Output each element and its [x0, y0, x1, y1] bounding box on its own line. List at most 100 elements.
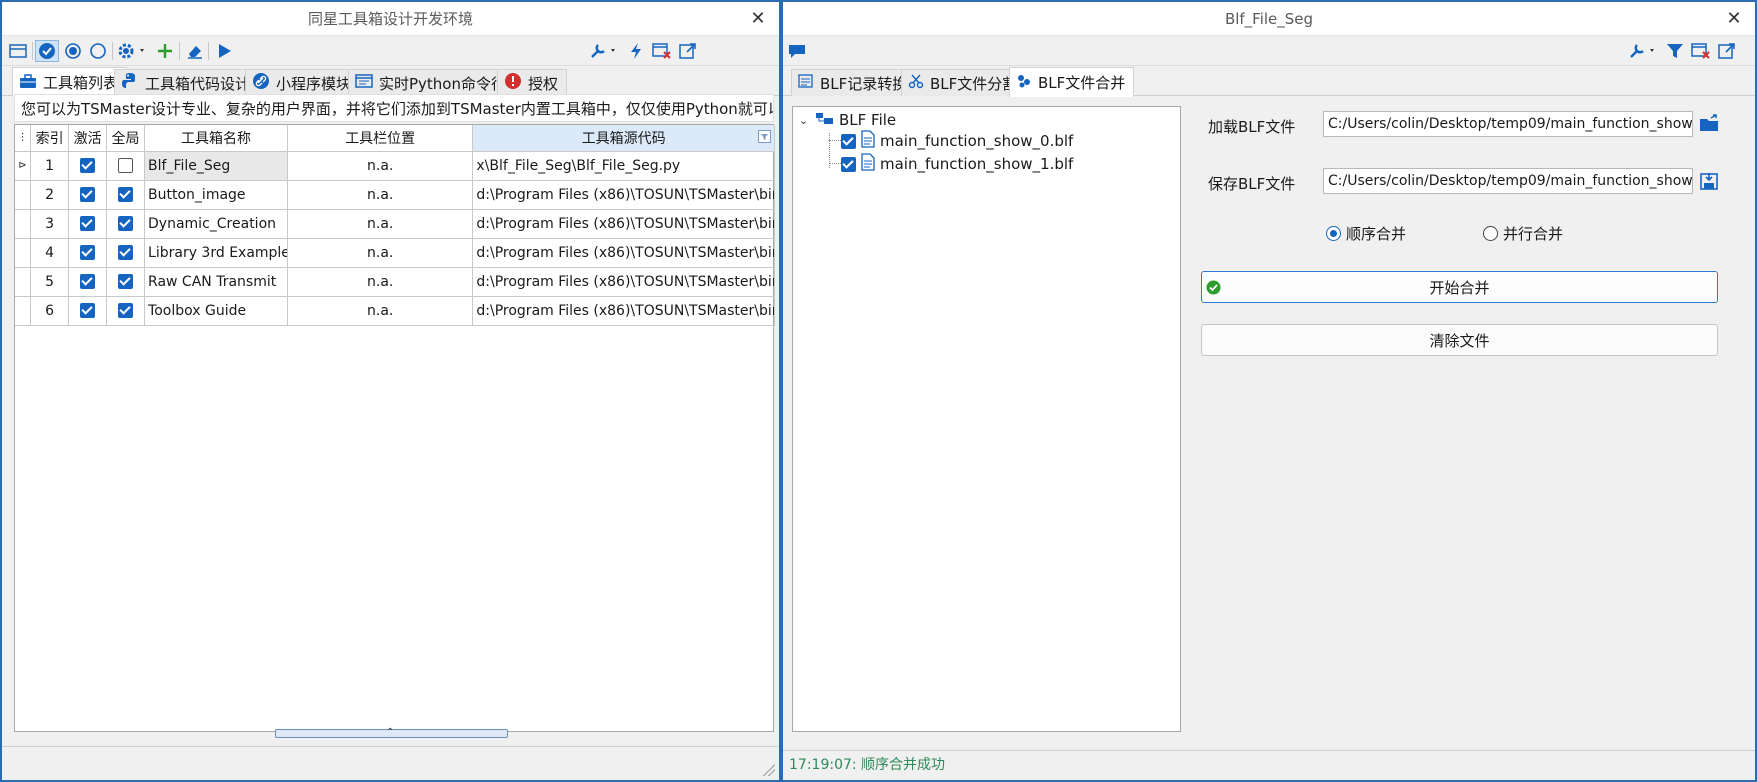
cell-source[interactable]: d:\Program Files (x86)\TOSUN\TSMaster\bi… [472, 238, 775, 268]
save-path-field[interactable]: C:/Users/colin/Desktop/temp09/main_funct… [1323, 168, 1693, 194]
cell-position[interactable]: n.a. [287, 267, 474, 297]
table-row[interactable]: 5 Raw CAN Transmit n.a. d:\Program Files (x… [15, 267, 775, 297]
chat-icon[interactable] [785, 40, 809, 62]
table-row[interactable]: 4 Library 3rd Examples n.a. d:\Program File… [15, 238, 775, 268]
active-checkbox[interactable] [80, 274, 96, 289]
radio-empty-icon[interactable] [86, 40, 110, 62]
table-row[interactable]: 3 Dynamic_Creation n.a. d:\Program Files (x… [15, 209, 775, 239]
tree-item[interactable]: main_function_show_0.blf [841, 130, 1073, 152]
cell-source[interactable]: d:\Program Files (x86)\TOSUN\TSMaster\bi… [472, 180, 775, 210]
cell-global[interactable] [106, 151, 146, 181]
cell-name[interactable]: Raw CAN Transmit [144, 267, 288, 297]
cell-position[interactable]: n.a. [287, 209, 474, 239]
close-panel-icon[interactable] [1689, 40, 1713, 62]
cell-position[interactable]: n.a. [287, 151, 474, 181]
global-checkbox[interactable] [118, 158, 134, 173]
row-indicator-header[interactable]: ⋮ [15, 125, 32, 152]
cell-global[interactable] [106, 296, 146, 326]
column-header-name[interactable]: 工具箱名称 [144, 125, 288, 152]
global-checkbox[interactable] [118, 245, 134, 260]
close-icon[interactable]: ✕ [1723, 2, 1745, 36]
open-folder-icon[interactable] [1698, 112, 1722, 136]
radio-button-unchecked[interactable] [1483, 226, 1498, 241]
active-checkbox[interactable] [80, 187, 96, 202]
tab-python-console[interactable]: 实时Python命令行 [348, 69, 515, 96]
add-icon[interactable] [153, 40, 177, 62]
column-header-index[interactable]: 索引 [30, 125, 70, 152]
radio-sequential-merge[interactable]: 顺序合并 [1326, 223, 1406, 244]
tab-mini-program[interactable]: 小程序模块 [245, 69, 361, 96]
settings-dropdown-icon[interactable] [116, 40, 150, 62]
blf-file-tree[interactable]: ⌄ BLF File main_function_show_0.blf main… [792, 106, 1181, 732]
tree-root[interactable]: ⌄ BLF File [799, 110, 896, 130]
cell-active[interactable] [68, 267, 108, 297]
eraser-icon[interactable] [183, 40, 207, 62]
tab-toolbox-list[interactable]: 工具箱列表 [12, 67, 128, 97]
start-merge-button[interactable]: 开始合并 [1201, 271, 1718, 303]
cell-active[interactable] [68, 209, 108, 239]
row-indicator[interactable] [15, 209, 32, 239]
tree-item-checkbox[interactable] [841, 133, 856, 149]
filter-icon[interactable] [1663, 40, 1687, 62]
global-checkbox[interactable] [118, 216, 134, 231]
chevron-down-icon[interactable]: ⌄ [799, 114, 811, 127]
cell-global[interactable] [106, 180, 146, 210]
horizontal-scrollbar[interactable]: ⌃ [275, 727, 508, 738]
cell-active[interactable] [68, 180, 108, 210]
cell-global[interactable] [106, 209, 146, 239]
cell-name[interactable]: Blf_File_Seg [144, 151, 288, 181]
table-row[interactable]: 6 Toolbox Guide n.a. d:\Program Files (x86)… [15, 296, 775, 326]
export-icon[interactable] [676, 40, 700, 62]
active-checkbox[interactable] [80, 303, 96, 318]
lightning-icon[interactable] [624, 40, 648, 62]
cell-active[interactable] [68, 238, 108, 268]
cell-global[interactable] [106, 238, 146, 268]
column-header-position[interactable]: 工具栏位置 [287, 125, 474, 152]
resize-grip[interactable] [763, 764, 775, 776]
row-indicator[interactable] [15, 296, 32, 326]
window-layout-icon[interactable] [6, 40, 30, 62]
cell-source[interactable]: d:\Program Files (x86)\TOSUN\TSMaster\bi… [472, 296, 775, 326]
table-row[interactable]: ⊳ 1 Blf_File_Seg n.a. x\Blf_File_Seg\Blf_Fil… [15, 151, 775, 181]
cell-name[interactable]: Library 3rd Examples [144, 238, 288, 268]
close-icon[interactable]: ✕ [747, 2, 769, 36]
global-checkbox[interactable] [118, 274, 134, 289]
cell-active[interactable] [68, 296, 108, 326]
radio-button-checked[interactable] [1326, 226, 1341, 241]
tab-blf-split[interactable]: BLF文件分割 [901, 69, 1027, 96]
tools-dropdown-icon[interactable] [588, 40, 620, 62]
radio-filled-icon[interactable] [61, 40, 85, 62]
cell-position[interactable]: n.a. [287, 180, 474, 210]
row-indicator[interactable] [15, 267, 32, 297]
cell-global[interactable] [106, 267, 146, 297]
cell-position[interactable]: n.a. [287, 238, 474, 268]
tree-item-checkbox[interactable] [841, 156, 856, 172]
tab-license[interactable]: 授权 [497, 69, 568, 96]
load-path-field[interactable]: C:/Users/colin/Desktop/temp09/main_funct… [1323, 111, 1693, 137]
cell-name[interactable]: Toolbox Guide [144, 296, 288, 326]
table-row[interactable]: 2 Button_image n.a. d:\Program Files (x86)\… [15, 180, 775, 210]
designer-titlebar[interactable]: 同星工具箱设计开发环境 ✕ [2, 2, 779, 36]
cell-position[interactable]: n.a. [287, 296, 474, 326]
run-icon[interactable] [212, 40, 236, 62]
cell-name[interactable]: Dynamic_Creation [144, 209, 288, 239]
cell-active[interactable] [68, 151, 108, 181]
filter-icon[interactable] [758, 130, 771, 147]
active-checkbox[interactable] [80, 216, 96, 231]
row-indicator[interactable]: ⊳ [15, 151, 32, 181]
global-checkbox[interactable] [118, 303, 134, 318]
active-checkbox[interactable] [80, 245, 96, 260]
tab-blf-merge[interactable]: BLF文件合并 [1009, 67, 1135, 97]
cell-source[interactable]: d:\Program Files (x86)\TOSUN\TSMaster\bi… [472, 209, 775, 239]
save-file-icon[interactable] [1698, 169, 1722, 193]
cell-name[interactable]: Button_image [144, 180, 288, 210]
verified-icon[interactable] [35, 40, 59, 62]
column-header-active[interactable]: 激活 [68, 125, 108, 152]
tools-dropdown-icon[interactable] [1627, 40, 1659, 62]
close-panel-icon[interactable] [650, 40, 674, 62]
tab-blf-convert[interactable]: BLF记录转换 [791, 69, 917, 96]
active-checkbox[interactable] [80, 158, 96, 173]
cell-source[interactable]: x\Blf_File_Seg\Blf_File_Seg.py [472, 151, 775, 181]
column-header-global[interactable]: 全局 [106, 125, 146, 152]
radio-parallel-merge[interactable]: 并行合并 [1483, 223, 1563, 244]
